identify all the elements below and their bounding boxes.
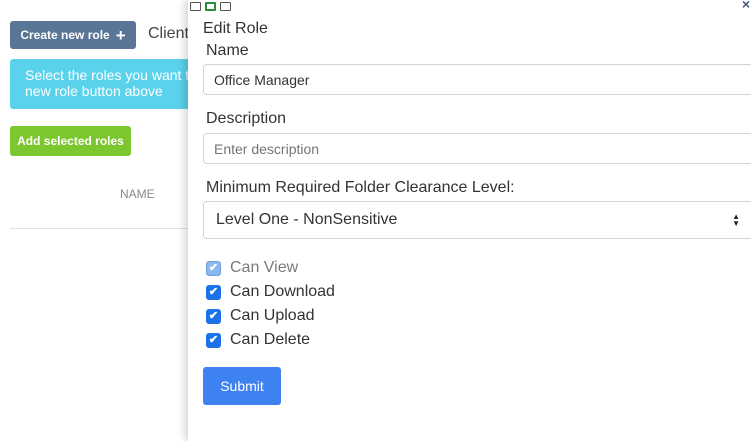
info-alert-line1: Select the roles you want t [25,67,190,83]
checkbox-checked-icon: ✔ [206,332,221,348]
permission-label: Can Download [230,283,335,300]
table-divider [10,228,190,229]
plus-icon: + [115,25,126,45]
permission-label: Can View [230,259,299,276]
name-column-header: NAME [120,187,155,201]
clearance-label: Minimum Required Folder Clearance Level: [206,179,515,196]
maximize-icon[interactable] [220,2,231,11]
checkbox-checked-icon: ✔ [206,308,221,324]
submit-button[interactable]: Submit [203,367,281,405]
modal-title: Edit Role [203,20,268,37]
info-alert: Select the roles you want t new role but… [10,59,200,109]
permission-label: Can Upload [230,307,315,324]
clearance-selected-value: Level One - NonSensitive [216,211,398,228]
edit-role-modal: × Edit Role Name Description Minimum Req… [188,0,751,441]
description-label: Description [206,110,287,127]
add-selected-roles-button[interactable]: Add selected roles [10,126,131,156]
client-label: Client [148,25,189,42]
select-arrows-icon: ▲ ▼ [732,212,740,228]
page: Create new role + Client Select the role… [0,0,751,441]
create-new-role-label: Create new role [20,28,110,42]
permission-label: Can Delete [230,331,311,348]
restore-icon[interactable] [205,2,216,11]
permission-can-delete[interactable]: ✔ Can Delete [206,331,310,349]
clearance-select[interactable]: Level One - NonSensitive ▲ ▼ [203,201,751,239]
info-alert-line2: new role button above [25,83,163,99]
permission-can-upload[interactable]: ✔ Can Upload [206,307,315,325]
close-icon[interactable]: × [742,0,750,12]
permission-can-download[interactable]: ✔ Can Download [206,283,335,301]
name-label: Name [206,42,249,59]
name-input[interactable] [203,64,751,95]
description-input[interactable] [203,133,751,164]
permission-can-view[interactable]: ✔ Can View [206,259,298,277]
minimize-icon[interactable] [190,2,201,11]
create-new-role-button[interactable]: Create new role + [10,21,136,49]
checkbox-checked-icon: ✔ [206,284,221,300]
window-controls [190,2,231,11]
checkbox-checked-icon: ✔ [206,260,221,276]
